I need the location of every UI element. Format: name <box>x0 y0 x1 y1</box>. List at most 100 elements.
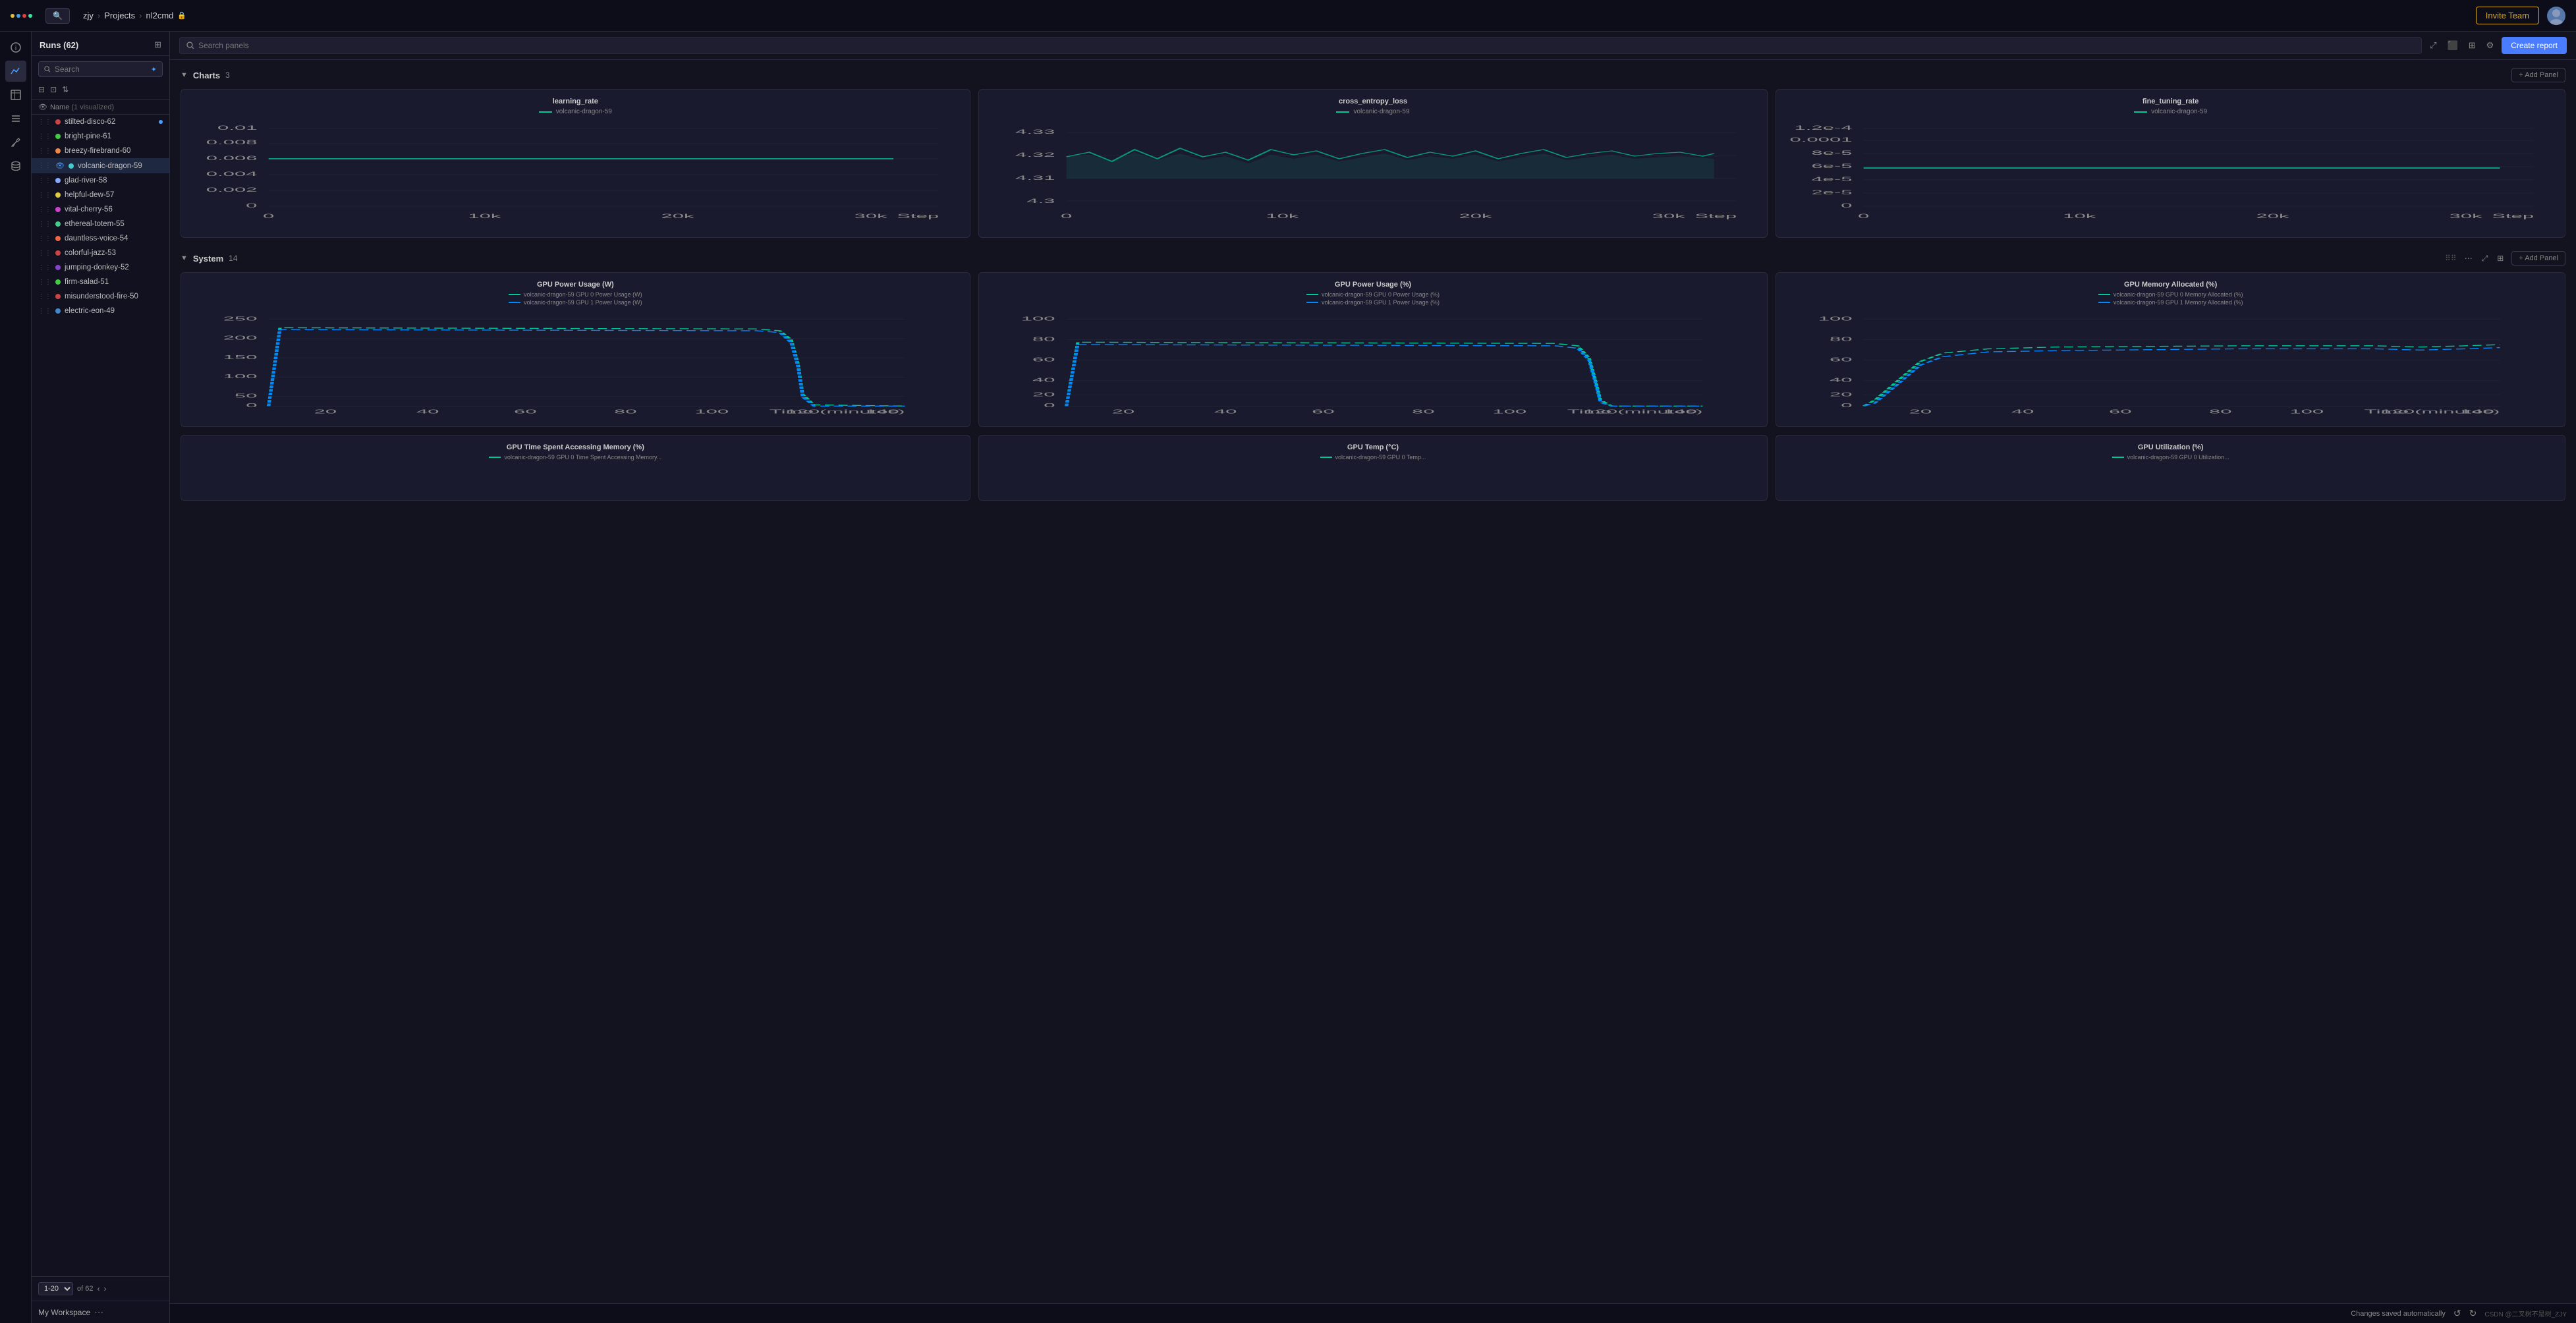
chart-card-gpu-temp: GPU Temp (°C) volcanic-dragon-59 GPU 0 T… <box>978 435 1768 501</box>
list-item[interactable]: ⋮⋮ misunderstood-fire-50 <box>32 289 169 304</box>
run-color-dot <box>55 221 61 227</box>
svg-text:100: 100 <box>1492 408 1526 414</box>
runs-search[interactable]: ✦ <box>38 61 163 77</box>
breadcrumb-project[interactable]: nl2cmd <box>146 11 174 20</box>
chart-legend-gpu-time: volcanic-dragon-59 GPU 0 Time Spent Acce… <box>189 454 962 461</box>
chart-title-gpu-memory: GPU Memory Allocated (%) <box>1784 281 2557 289</box>
svg-text:10k: 10k <box>468 213 501 219</box>
drag-handle-icon: ⋮⋮ <box>38 293 51 300</box>
system-section-collapse-button[interactable]: ▼ <box>181 254 188 262</box>
list-item[interactable]: ⋮⋮ ethereal-totem-55 <box>32 217 169 231</box>
system-section-count: 14 <box>229 254 237 263</box>
list-item[interactable]: ⋮⋮ glad-river-58 <box>32 173 169 188</box>
sidebar-item-list[interactable] <box>5 108 26 129</box>
sidebar-item-brush[interactable] <box>5 132 26 153</box>
chart-card-gpu-power-pct: GPU Power Usage (%) volcanic-dragon-59 G… <box>978 272 1768 427</box>
sidebar-item-table[interactable] <box>5 84 26 105</box>
list-item[interactable]: ⋮⋮ electric-eon-49 <box>32 304 169 318</box>
breadcrumb-user[interactable]: zjy <box>83 11 94 20</box>
svg-text:20: 20 <box>1909 408 1932 414</box>
fullscreen-button[interactable]: ⤢ <box>2427 38 2439 53</box>
svg-text:80: 80 <box>1412 408 1435 414</box>
runs-layout-icon[interactable]: ⊞ <box>154 40 161 50</box>
svg-text:0: 0 <box>1044 403 1055 408</box>
invite-team-button[interactable]: Invite Team <box>2476 7 2539 24</box>
workspace-label: My Workspace <box>38 1308 90 1317</box>
drag-icon: ⠿⠿ <box>2445 254 2457 263</box>
svg-text:20: 20 <box>1830 391 1853 397</box>
chart-svg-gpu-power-pct: 100 80 60 40 20 0 <box>987 310 1760 418</box>
chart-svg-learning-rate: 0.01 0.008 0.006 0.004 0.002 0 <box>189 121 962 229</box>
system-section-expand-button[interactable]: ⤢ <box>2479 252 2491 265</box>
pagination-next-button[interactable]: › <box>103 1284 106 1293</box>
legend-line-icon <box>1306 302 1318 303</box>
list-item[interactable]: ⋮⋮ jumping-donkey-52 <box>32 260 169 275</box>
legend-row-2: volcanic-dragon-59 GPU 1 Memory Allocate… <box>2098 299 2243 306</box>
pagination-range-select[interactable]: 1-20 <box>38 1282 73 1295</box>
chart-legend-gpu-power-pct: volcanic-dragon-59 GPU 0 Power Usage (%)… <box>987 291 1760 306</box>
undo-button[interactable]: ↺ <box>2453 1308 2461 1319</box>
svg-text:80: 80 <box>1032 336 1055 342</box>
redo-button[interactable]: ↻ <box>2469 1308 2477 1319</box>
run-color-dot <box>55 207 61 212</box>
system-charts-grid: GPU Power Usage (W) volcanic-dragon-59 G… <box>181 272 2565 427</box>
runs-filters: ⊟ ⊡ ⇅ <box>32 82 169 100</box>
chart-title-gpu-power-w: GPU Power Usage (W) <box>189 281 962 289</box>
filter-button[interactable]: ⊟ <box>38 85 45 94</box>
drag-handle-icon: ⋮⋮ <box>38 177 51 184</box>
breadcrumb: zjy › Projects › nl2cmd 🔒 <box>83 11 2468 20</box>
workspace-menu-button[interactable]: ⋯ <box>94 1307 103 1318</box>
pagination-prev-button[interactable]: ‹ <box>97 1284 99 1293</box>
runs-pagination: 1-20 of 62 ‹ › <box>32 1276 169 1301</box>
svg-text:60: 60 <box>1032 356 1055 362</box>
legend-row-2: volcanic-dragon-59 GPU 1 Power Usage (%) <box>1306 299 1440 306</box>
system-section: ▼ System 14 ⠿⠿ ⋯ ⤢ ⊞ + Add Panel GPU Po <box>181 251 2565 501</box>
system-add-panel-button[interactable]: + Add Panel <box>2511 251 2565 266</box>
svg-text:80: 80 <box>614 408 637 414</box>
sidebar-item-info[interactable]: i <box>5 37 26 58</box>
charts-section-title: Charts <box>193 70 220 80</box>
breadcrumb-projects[interactable]: Projects <box>104 11 135 20</box>
svg-text:0: 0 <box>1841 202 1853 209</box>
user-avatar[interactable] <box>2547 7 2565 25</box>
system-section-layout-button[interactable]: ⊞ <box>2494 252 2506 264</box>
chart-card-gpu-time-mem: GPU Time Spent Accessing Memory (%) volc… <box>181 435 970 501</box>
layout-button[interactable]: ⊞ <box>2466 38 2478 53</box>
settings-button[interactable]: ⚙ <box>2484 38 2497 53</box>
list-item[interactable]: ⋮⋮ bright-pine-61 <box>32 129 169 144</box>
sort-button[interactable]: ⇅ <box>62 85 69 94</box>
list-item[interactable]: ⋮⋮ colorful-jazz-53 <box>32 246 169 260</box>
legend-text: volcanic-dragon-59 GPU 0 Temp... <box>1335 454 1426 461</box>
app-logo <box>11 14 32 18</box>
download-button[interactable]: ⬛ <box>2445 38 2461 53</box>
list-item[interactable]: ⋮⋮ dauntless-voice-54 <box>32 231 169 246</box>
create-report-button[interactable]: Create report <box>2502 37 2567 54</box>
system-section-more-button[interactable]: ⋯ <box>2462 252 2475 264</box>
charts-add-panel-button[interactable]: + Add Panel <box>2511 68 2565 82</box>
svg-text:Step: Step <box>2492 213 2534 219</box>
svg-text:0: 0 <box>246 202 257 209</box>
sidebar-item-db[interactable] <box>5 155 26 177</box>
runs-search-input[interactable] <box>55 65 147 74</box>
svg-text:0: 0 <box>1841 403 1853 408</box>
list-item[interactable]: ⋮⋮ vital-cherry-56 <box>32 202 169 217</box>
search-panels[interactable] <box>179 37 2422 54</box>
svg-text:Step: Step <box>1694 213 1737 219</box>
list-item[interactable]: ⋮⋮ breezy-firebrand-60 <box>32 144 169 158</box>
run-color-dot <box>55 134 61 139</box>
chart-card-gpu-power-w: GPU Power Usage (W) volcanic-dragon-59 G… <box>181 272 970 427</box>
columns-button[interactable]: ⊡ <box>50 85 57 94</box>
chart-card-gpu-util: GPU Utilization (%) volcanic-dragon-59 G… <box>1776 435 2565 501</box>
list-item[interactable]: ⋮⋮ helpful-dew-57 <box>32 188 169 202</box>
legend-row-1: volcanic-dragon-59 GPU 0 Power Usage (%) <box>1306 291 1440 298</box>
svg-text:Step: Step <box>897 213 939 219</box>
search-panels-input[interactable] <box>198 41 2415 50</box>
section-collapse-button[interactable]: ▼ <box>181 71 188 79</box>
global-search[interactable]: 🔍 <box>45 8 70 24</box>
runs-panel-header: Runs (62) ⊞ <box>32 32 169 56</box>
list-item[interactable]: ⋮⋮ 👁 volcanic-dragon-59 <box>32 158 169 173</box>
svg-text:40: 40 <box>1830 377 1853 383</box>
list-item[interactable]: ⋮⋮ firm-salad-51 <box>32 275 169 289</box>
list-item[interactable]: ⋮⋮ stilted-disco-62 <box>32 115 169 129</box>
sidebar-item-charts[interactable] <box>5 61 26 82</box>
